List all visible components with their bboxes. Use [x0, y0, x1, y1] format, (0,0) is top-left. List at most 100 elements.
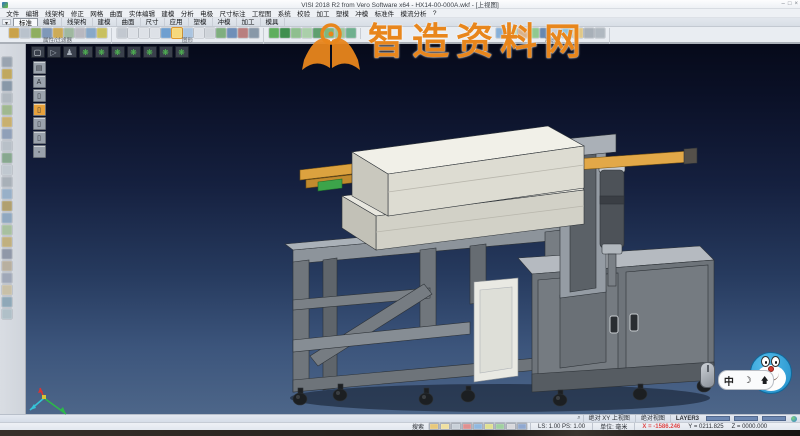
viewport-tool-icon[interactable]: ▯	[33, 89, 46, 102]
extra-toolbar-icon[interactable]	[269, 28, 279, 38]
menu-mould[interactable]: 塑模	[333, 8, 352, 18]
menu-modify[interactable]: 修正	[68, 8, 87, 18]
menu-drafting[interactable]: 工程图	[249, 8, 275, 18]
menu-flow-analysis[interactable]: 模流分析	[397, 8, 429, 18]
viewport-tool-icon[interactable]: ▯	[33, 117, 46, 130]
graphics-toolbar-icon[interactable]	[161, 28, 171, 38]
maximize-button[interactable]: □	[788, 0, 792, 9]
side-tool-icon[interactable]	[2, 141, 12, 151]
tab-application[interactable]: 应用	[165, 18, 189, 26]
extra-toolbar-icon[interactable]	[346, 28, 356, 38]
tab-modeling[interactable]: 建模	[93, 18, 117, 26]
view-icon[interactable]: ❋	[95, 46, 109, 58]
viewport-tool-icon[interactable]: A	[33, 75, 46, 88]
graphics-toolbar-icon[interactable]	[128, 28, 138, 38]
filter-toolbar-icon[interactable]	[64, 28, 74, 38]
view-icon[interactable]: ▢	[31, 46, 45, 58]
status-tool-icon[interactable]	[440, 423, 450, 430]
ime-language-toggle[interactable]: 中	[724, 373, 734, 388]
graphics-toolbar-icon[interactable]	[249, 28, 259, 38]
menu-system[interactable]: 系统	[275, 8, 294, 18]
status-tool-icon[interactable]	[506, 423, 516, 430]
viewport-tool-icon[interactable]: ▫	[33, 145, 46, 158]
filter-toolbar-icon[interactable]	[9, 28, 19, 38]
system-toolbar-icon[interactable]	[562, 28, 572, 38]
graphics-toolbar-icon[interactable]	[238, 28, 248, 38]
ribbon-collapse-button[interactable]: ▾	[2, 19, 11, 25]
extra-toolbar-icon[interactable]	[324, 28, 334, 38]
side-tool-icon[interactable]	[2, 165, 12, 175]
status-color-swatch[interactable]	[734, 416, 758, 421]
ime-skin-icon[interactable]	[761, 376, 768, 384]
tab-mould[interactable]: 塑模	[189, 18, 213, 26]
extra-toolbar-icon[interactable]	[291, 28, 301, 38]
view-icon[interactable]: ♟	[63, 46, 77, 58]
status-tool-icon[interactable]	[495, 423, 505, 430]
side-tool-icon[interactable]	[2, 117, 12, 127]
side-tool-icon[interactable]	[2, 201, 12, 211]
status-tool-icon[interactable]	[473, 423, 483, 430]
status-color-swatch[interactable]	[706, 416, 730, 421]
system-toolbar-icon[interactable]	[529, 28, 539, 38]
side-tool-icon[interactable]	[2, 273, 12, 283]
side-tool-icon[interactable]	[2, 81, 12, 91]
view-icon[interactable]: ❋	[79, 46, 93, 58]
viewport-tool-icon[interactable]: ▯	[33, 103, 46, 116]
viewport-tool-icon[interactable]: ▯	[33, 131, 46, 144]
filter-toolbar-icon[interactable]	[42, 28, 52, 38]
menu-machining[interactable]: 加工	[313, 8, 332, 18]
system-toolbar-icon[interactable]	[518, 28, 528, 38]
tab-dimension[interactable]: 尺寸	[141, 18, 165, 26]
tab-machining[interactable]: 加工	[237, 18, 261, 26]
tab-standard[interactable]: 标准	[13, 18, 38, 26]
menu-standard-parts[interactable]: 标准件	[371, 8, 397, 18]
graphics-toolbar-icon[interactable]	[216, 28, 226, 38]
filter-toolbar-icon[interactable]	[53, 28, 63, 38]
menu-progress[interactable]: 冲模	[352, 8, 371, 18]
side-tool-icon[interactable]	[2, 249, 12, 259]
graphics-toolbar-icon[interactable]	[183, 28, 193, 38]
minimize-button[interactable]: –	[782, 0, 785, 9]
filter-toolbar-icon[interactable]	[75, 28, 85, 38]
menu-mesh[interactable]: 网格	[87, 8, 106, 18]
close-button[interactable]: ×	[794, 0, 798, 9]
side-tool-icon[interactable]	[2, 69, 12, 79]
menu-edit[interactable]: 编辑	[22, 8, 41, 18]
status-tool-icon[interactable]	[484, 423, 494, 430]
side-tool-icon[interactable]	[2, 213, 12, 223]
side-tool-icon[interactable]	[2, 285, 12, 295]
menu-verify[interactable]: 校验	[294, 8, 313, 18]
side-tool-icon[interactable]	[2, 129, 12, 139]
viewport-tool-icon[interactable]: ▤	[33, 61, 46, 74]
filter-toolbar-icon[interactable]	[31, 28, 41, 38]
menu-file[interactable]: 文件	[3, 8, 22, 18]
extra-toolbar-icon[interactable]	[302, 28, 312, 38]
side-tool-icon[interactable]	[2, 177, 12, 187]
status-tool-icon[interactable]	[462, 423, 472, 430]
tab-surface[interactable]: 曲面	[117, 18, 141, 26]
system-toolbar-icon[interactable]	[551, 28, 561, 38]
side-tool-icon[interactable]	[2, 237, 12, 247]
view-icon[interactable]: ❋	[111, 46, 125, 58]
extra-toolbar-icon[interactable]	[335, 28, 345, 38]
side-tool-icon[interactable]	[2, 309, 12, 319]
side-tool-icon[interactable]	[2, 297, 12, 307]
menu-surface[interactable]: 曲面	[106, 8, 125, 18]
extra-toolbar-icon[interactable]	[280, 28, 290, 38]
graphics-toolbar-icon[interactable]	[194, 28, 204, 38]
view-icon[interactable]: ❋	[159, 46, 173, 58]
system-toolbar-icon[interactable]	[573, 28, 583, 38]
side-tool-icon[interactable]	[2, 225, 12, 235]
side-tool-icon[interactable]	[2, 189, 12, 199]
tab-die[interactable]: 模具	[261, 18, 285, 26]
view-icon[interactable]: ❋	[127, 46, 141, 58]
view-icon[interactable]: ❋	[175, 46, 189, 58]
side-tool-icon[interactable]	[2, 153, 12, 163]
tab-progress[interactable]: 冲模	[213, 18, 237, 26]
cad-viewport[interactable]: ▢▷♟❋❋❋❋❋❋❋ ▤A▯▯▯▯▫	[26, 44, 800, 414]
filter-toolbar-icon[interactable]	[97, 28, 107, 38]
view-icon[interactable]: ❋	[143, 46, 157, 58]
globe-icon[interactable]	[791, 416, 797, 422]
status-color-swatch[interactable]	[762, 416, 786, 421]
status-tool-icon[interactable]	[429, 423, 439, 430]
